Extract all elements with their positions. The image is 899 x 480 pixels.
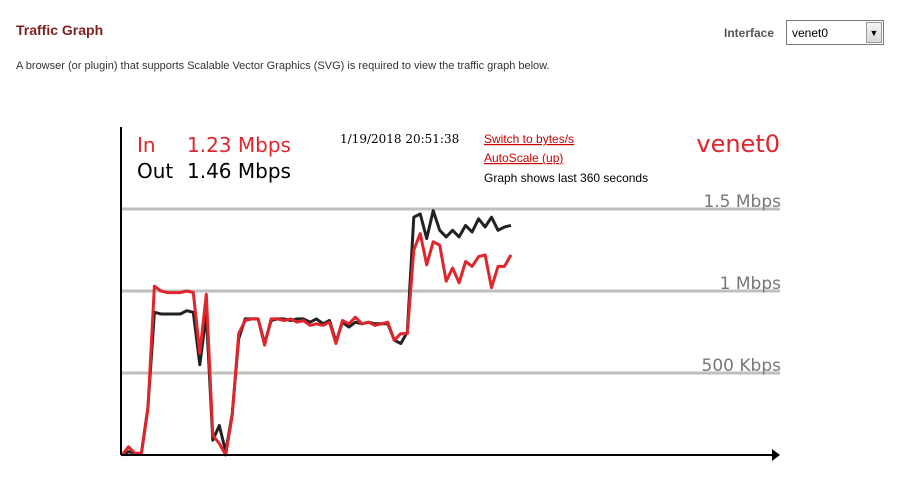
tick-layer: 1.5 Mbps 1 Mbps 500 Kbps — [702, 192, 782, 376]
out-value: 1.46 Mbps — [187, 159, 291, 183]
y-tick-label-0: 1.5 Mbps — [703, 192, 781, 212]
y-tick-label-2: 500 Kbps — [702, 356, 782, 376]
traffic-graph-page: Traffic Graph Interface venet0 ▼ A brows… — [0, 0, 899, 480]
in-value: 1.23 Mbps — [187, 133, 291, 157]
graph-timestamp: 1/19/2018 20:51:38 — [340, 132, 459, 146]
series-line-out — [121, 209, 512, 457]
in-label: In — [137, 133, 156, 157]
series-line-in — [120, 232, 513, 457]
graph-interface-name: venet0 — [696, 130, 780, 158]
series-layer — [120, 209, 513, 457]
y-tick-label-1: 1 Mbps — [720, 274, 781, 294]
graph-window-text: Graph shows last 360 seconds — [484, 171, 648, 185]
traffic-chart: 1.5 Mbps1 Mbps500 Kbps In 1.23 Mbps Out … — [120, 127, 782, 461]
autoscale-link[interactable]: AutoScale (up) — [484, 151, 563, 165]
switch-units-link[interactable]: Switch to bytes/s — [484, 132, 574, 146]
out-label: Out — [137, 159, 173, 183]
x-axis-arrow-icon — [772, 449, 780, 461]
